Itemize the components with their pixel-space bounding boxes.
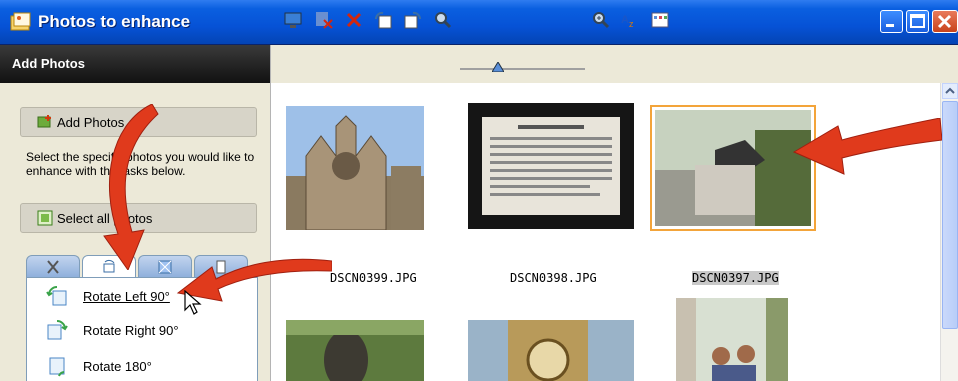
title-bar: Photos to enhance (0, 0, 958, 45)
photo-thumbnail-1[interactable] (286, 106, 424, 230)
photo-caption-3: DSCN0397.JPG (692, 271, 779, 285)
annotation-arrow-left-photo (792, 118, 942, 175)
maximize-button[interactable] (906, 10, 929, 33)
add-photo-icon (37, 115, 51, 128)
rotate-right-task[interactable]: Rotate Right 90° (45, 316, 179, 344)
remove-selected-icon[interactable] (315, 11, 333, 29)
vertical-scrollbar[interactable] (940, 83, 958, 381)
minimize-button[interactable] (880, 10, 903, 33)
tab-tools[interactable] (26, 255, 80, 277)
photo-toolbar (271, 45, 958, 83)
photo-caption-1: DSCN0399.JPG (330, 271, 417, 285)
minimize-icon (886, 24, 894, 27)
sort-icon[interactable]: Az (621, 11, 639, 29)
zoom-slider-track[interactable] (460, 68, 585, 70)
rotate-180-icon (49, 357, 65, 377)
svg-text:A: A (621, 14, 629, 26)
scroll-thumb[interactable] (942, 101, 958, 329)
monitor-icon[interactable] (284, 11, 302, 29)
close-icon (937, 14, 952, 29)
scroll-up-button[interactable] (942, 83, 958, 99)
rotate-right-label: Rotate Right 90° (83, 322, 179, 338)
sidebar-header: Add Photos (0, 45, 270, 83)
tools-icon (47, 260, 59, 274)
photo-thumbnail-5[interactable] (468, 320, 634, 381)
photo-image-3 (655, 110, 811, 226)
photos-app-icon (10, 12, 31, 31)
photo-thumbnail-6[interactable] (676, 298, 788, 381)
svg-text:z: z (629, 19, 634, 29)
scroll-up-icon (945, 87, 955, 94)
photo-thumbnail-4[interactable] (286, 320, 424, 381)
close-button[interactable] (932, 10, 958, 33)
view-options-icon[interactable] (651, 11, 669, 29)
rotate-left-icon (46, 285, 67, 306)
rotate-left-task[interactable]: Rotate Left 90° (45, 282, 170, 310)
delete-icon[interactable] (345, 11, 363, 29)
photo-thumbnail-2[interactable] (468, 103, 634, 229)
zoom-in-icon[interactable] (592, 11, 610, 29)
maximize-icon (910, 14, 925, 28)
mouse-cursor-icon (184, 290, 202, 315)
rotate-right-icon (47, 319, 68, 340)
select-all-icon (37, 210, 53, 226)
rotate-left-toolbar-icon[interactable] (374, 11, 392, 29)
window-title: Photos to enhance (38, 12, 191, 31)
rotate-180-label: Rotate 180° (83, 358, 152, 374)
rotate-left-label: Rotate Left 90° (83, 288, 170, 304)
annotation-arrow-down (103, 104, 159, 270)
zoom-out-icon[interactable] (434, 11, 452, 29)
rotate-right-toolbar-icon[interactable] (404, 11, 422, 29)
zoom-slider-thumb[interactable] (492, 62, 504, 72)
photo-caption-2: DSCN0398.JPG (510, 271, 597, 285)
rotate-180-task[interactable]: Rotate 180° (45, 352, 152, 380)
